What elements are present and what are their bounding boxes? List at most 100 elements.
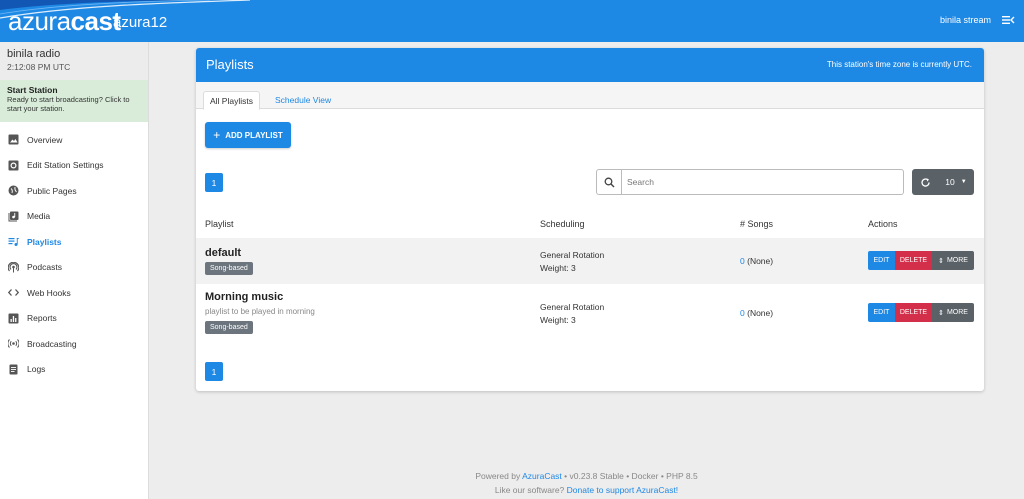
tab-schedule-view[interactable]: Schedule View	[269, 91, 337, 110]
search-box	[596, 169, 904, 195]
footer-donate: Like our software? Donate to support Azu…	[149, 485, 1024, 495]
expand-icon: ⇕	[938, 309, 944, 317]
card-header: Playlists This station's time zone is cu…	[196, 48, 984, 82]
globe-icon	[8, 185, 19, 196]
sidebar-item-label: Edit Station Settings	[27, 160, 104, 171]
start-station-title: Start Station	[7, 85, 58, 95]
playlists-card: Playlists This station's time zone is cu…	[196, 48, 984, 391]
schedule-weight: Weight: 3	[540, 262, 576, 273]
sidebar-item-edit-station-settings[interactable]: Edit Station Settings	[0, 153, 148, 179]
station-name: binila radio	[7, 48, 61, 60]
search-input[interactable]	[623, 170, 903, 194]
playlist-description: playlist to be played in morning	[205, 307, 315, 316]
delete-button[interactable]: DELETE	[895, 251, 932, 270]
table-controls: 10 ▼	[912, 169, 974, 195]
sidebar-item-logs[interactable]: Logs	[0, 357, 148, 383]
more-button[interactable]: ⇕ MORE	[932, 303, 974, 322]
timezone-note: This station's time zone is currently UT…	[826, 60, 972, 69]
top-navbar: azuracast azura12 binila stream	[0, 0, 1024, 42]
document-icon	[8, 364, 19, 375]
caret-down-icon: ▼	[960, 179, 967, 185]
start-station-description: Ready to start broadcasting? Click to st…	[7, 95, 130, 113]
brand-logo[interactable]: azuracast	[8, 6, 121, 36]
sidebar-item-label: Logs	[27, 364, 46, 375]
song-count: 0 (None)	[740, 308, 773, 318]
song-count-label: (None)	[747, 256, 774, 266]
song-count-label: (None)	[747, 308, 774, 318]
footer-powered-prefix: Powered by	[475, 471, 521, 481]
tab-all-playlists[interactable]: All Playlists	[203, 91, 260, 110]
refresh-icon	[920, 177, 930, 187]
page-title: Playlists	[206, 57, 254, 72]
sidebar-item-label: Broadcasting	[27, 338, 77, 349]
sidebar-item-web-hooks[interactable]: Web Hooks	[0, 280, 148, 306]
schedule-type: General Rotation	[540, 302, 605, 312]
playlist-type-badge: Song-based	[205, 321, 253, 334]
more-label: MORE	[946, 309, 968, 316]
add-playlist-button[interactable]: + ADD PLAYLIST	[205, 122, 291, 148]
schedule-weight: Weight: 3	[540, 314, 576, 325]
music-library-icon	[8, 211, 19, 222]
sidebar-item-broadcasting[interactable]: Broadcasting	[0, 331, 148, 357]
donate-link[interactable]: Donate to support AzuraCast!	[567, 485, 679, 495]
brand-light: azura	[8, 6, 71, 36]
sidebar-item-label: Web Hooks	[27, 287, 71, 298]
settings-box-icon	[8, 160, 19, 171]
table-row: Morning music playlist to be played in m…	[196, 284, 984, 340]
sidebar-item-public-pages[interactable]: Public Pages	[0, 178, 148, 204]
row-actions: EDIT DELETE ⇕ MORE	[868, 251, 974, 270]
song-count-link[interactable]: 0	[740, 256, 745, 266]
edit-button[interactable]: EDIT	[868, 251, 895, 270]
column-header-scheduling[interactable]: Scheduling	[540, 219, 585, 229]
add-playlist-label: ADD PLAYLIST	[225, 130, 283, 140]
pagination-page-bottom[interactable]: 1	[205, 362, 223, 381]
station-short-name: azura12	[113, 14, 168, 31]
sidebar-item-label: Overview	[27, 134, 63, 145]
refresh-button[interactable]	[912, 169, 938, 195]
start-station-panel[interactable]: Start Station Ready to start broadcastin…	[0, 80, 148, 122]
footer-powered-by: Powered by AzuraCast • v0.23.8 Stable • …	[149, 471, 1024, 481]
column-header-songs[interactable]: # Songs	[740, 219, 773, 229]
schedule-type: General Rotation	[540, 250, 605, 260]
azuracast-link[interactable]: AzuraCast	[522, 471, 562, 481]
sidebar-item-playlists[interactable]: Playlists	[0, 229, 148, 255]
search-icon[interactable]	[597, 170, 622, 194]
station-info: binila radio 2:12:08 PM UTC	[0, 42, 148, 80]
sidebar-item-overview[interactable]: Overview	[0, 127, 148, 153]
sidebar-item-label: Public Pages	[27, 185, 77, 196]
user-menu[interactable]: binila stream	[940, 14, 991, 26]
sidebar-item-media[interactable]: Media	[0, 204, 148, 230]
sidebar-item-label: Reports	[27, 313, 57, 324]
per-page-value: 10	[945, 177, 955, 187]
sidebar-item-reports[interactable]: Reports	[0, 306, 148, 332]
sidebar: binila radio 2:12:08 PM UTC Start Statio…	[0, 42, 149, 499]
delete-button[interactable]: DELETE	[895, 303, 932, 322]
footer-version: • v0.23.8 Stable • Docker • PHP 8.5	[564, 471, 698, 481]
playlist-icon	[8, 236, 19, 247]
playlist-type-badge: Song-based	[205, 262, 253, 275]
pagination-page-top[interactable]: 1	[205, 173, 223, 192]
menu-toggle-icon[interactable]	[1001, 13, 1015, 27]
plus-icon: +	[213, 128, 221, 142]
sidebar-item-podcasts[interactable]: Podcasts	[0, 255, 148, 281]
image-icon	[8, 134, 19, 145]
chart-icon	[8, 313, 19, 324]
sidebar-nav: Overview Edit Station Settings Public Pa…	[0, 122, 148, 382]
tabs-bar: All Playlists Schedule View	[196, 82, 984, 110]
broadcast-icon	[8, 338, 19, 349]
more-label: MORE	[946, 257, 968, 264]
column-header-actions: Actions	[868, 219, 898, 229]
song-count-link[interactable]: 0	[740, 308, 745, 318]
per-page-select[interactable]: 10 ▼	[938, 169, 974, 195]
playlist-name: default	[205, 247, 242, 259]
code-icon	[8, 287, 19, 298]
edit-button[interactable]: EDIT	[868, 303, 895, 322]
table-row: default Song-based General Rotation Weig…	[196, 238, 984, 284]
sidebar-item-label: Media	[27, 211, 51, 222]
row-actions: EDIT DELETE ⇕ MORE	[868, 303, 974, 322]
more-button[interactable]: ⇕ MORE	[932, 251, 974, 270]
sidebar-item-label: Playlists	[27, 236, 62, 247]
station-time: 2:12:08 PM UTC	[7, 62, 71, 72]
expand-icon: ⇕	[938, 257, 944, 265]
column-header-playlist[interactable]: Playlist	[205, 219, 234, 229]
